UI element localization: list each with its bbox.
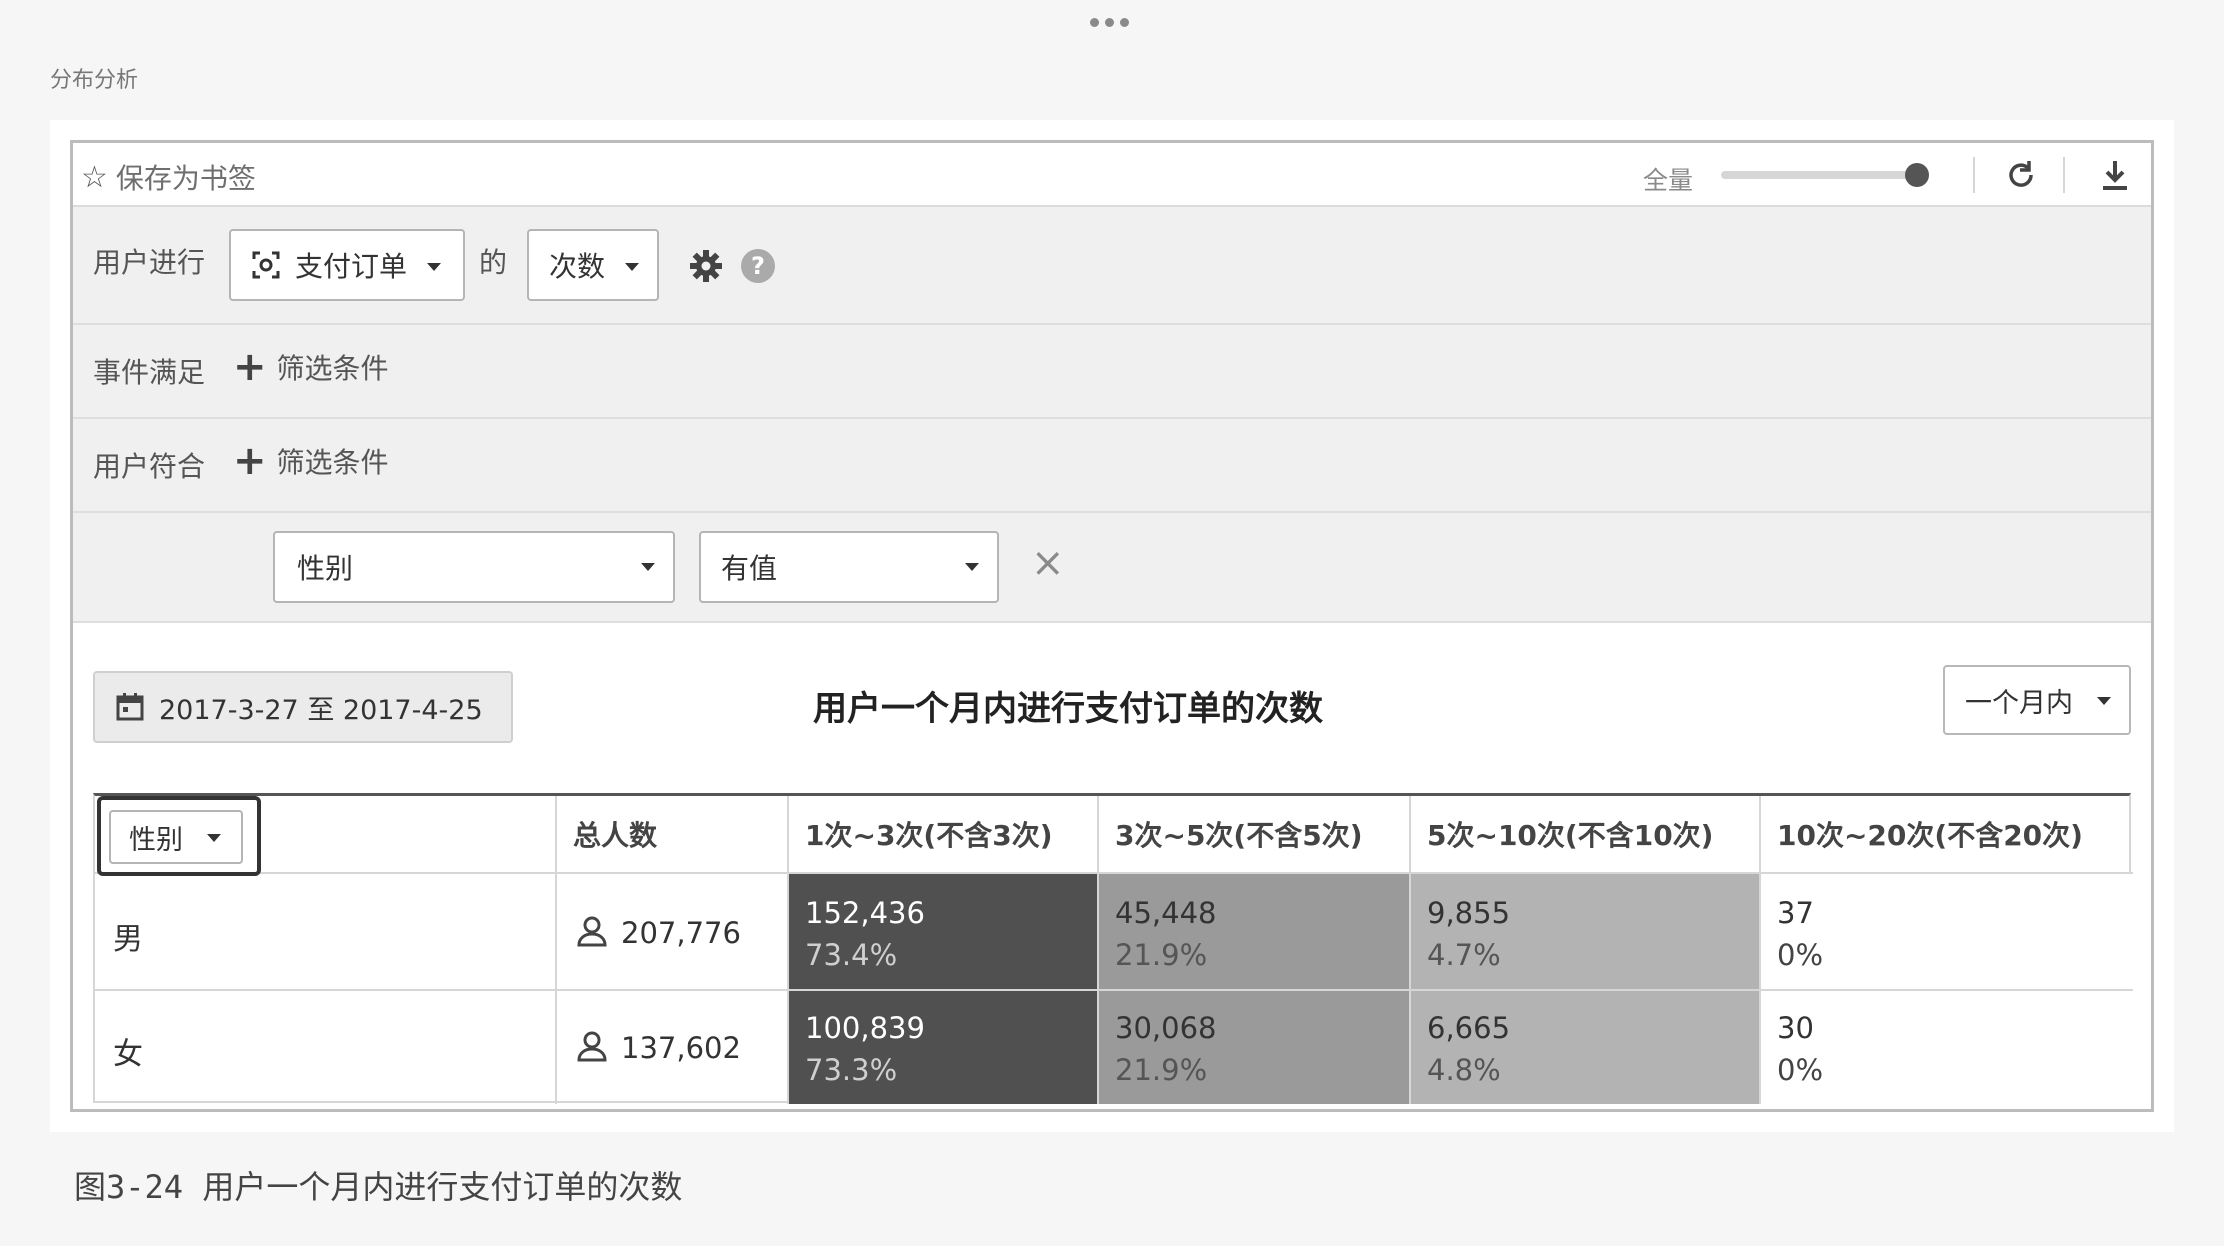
chevron-down-icon (625, 263, 639, 271)
table-header-total: 总人数 (557, 796, 789, 874)
plus-icon: + (233, 438, 267, 484)
row-label-male: 男 (113, 922, 143, 957)
bucket-count: 30,068 (1115, 1011, 1217, 1045)
figure-screenshot: ☆ 保存为书签 全量 用户进行 支付订单 的 次数 ? 事件满足 + 筛选条件 … (50, 120, 2174, 1132)
result-title: 用户一个月内进行支付订单的次数 (813, 689, 1323, 729)
bucket-cell: 152,436 73.4% (789, 874, 1099, 991)
event-select[interactable]: 支付订单 (229, 229, 465, 301)
bucket-cell: 37 0% (1761, 874, 2133, 991)
chevron-down-icon (965, 563, 979, 571)
table-row-label: 女 (95, 991, 557, 1104)
bucket-count: 9,855 (1427, 896, 1511, 930)
condition-row: 性别 有值 × (73, 513, 2151, 623)
add-user-filter-button[interactable]: + 筛选条件 (233, 441, 389, 481)
chevron-down-icon (641, 563, 655, 571)
table-header-bucket-2: 3次~5次(不含5次) (1099, 796, 1411, 874)
refresh-icon[interactable] (2001, 155, 2041, 195)
date-range-value: 2017-3-27 至 2017-4-25 (159, 694, 483, 726)
scope-slider[interactable] (1721, 171, 1921, 179)
add-event-filter-button[interactable]: + 筛选条件 (233, 347, 389, 387)
bucket-cell: 9,855 4.7% (1411, 874, 1761, 991)
bucket-count: 100,839 (805, 1011, 925, 1045)
bucket-percent: 21.9% (1115, 938, 1208, 972)
table-cell-total: 207,776 (557, 874, 789, 991)
user-icon (577, 916, 607, 947)
bucket-percent: 4.7% (1427, 938, 1501, 972)
row-label-female: 女 (113, 1037, 143, 1072)
bucket-count: 37 (1777, 896, 1814, 930)
table-cell-total: 137,602 (557, 991, 789, 1104)
analysis-panel: ☆ 保存为书签 全量 用户进行 支付订单 的 次数 ? 事件满足 + 筛选条件 … (70, 140, 2154, 1112)
event-select-value: 支付订单 (295, 250, 408, 283)
total-users-male: 207,776 (621, 916, 741, 950)
bucket-percent: 73.3% (805, 1053, 898, 1087)
download-icon[interactable] (2095, 155, 2135, 195)
table-header-bucket-3: 5次~10次(不含10次) (1411, 796, 1761, 874)
group-by-highlight: 性别 (97, 796, 261, 876)
total-users-female: 137,602 (621, 1031, 741, 1065)
group-by-value: 性别 (129, 824, 183, 856)
event-row: 用户进行 支付订单 的 次数 ? (73, 207, 2151, 325)
user-icon (577, 1031, 607, 1062)
of-label: 的 (479, 246, 508, 279)
period-select[interactable]: 一个月内 (1943, 665, 2131, 735)
operator-select-value: 有值 (721, 552, 778, 585)
bucket-cell: 100,839 73.3% (789, 991, 1099, 1104)
property-select[interactable]: 性别 (273, 531, 675, 603)
chevron-down-icon (207, 834, 221, 842)
user-filter-label: 用户符合 (93, 450, 206, 483)
plus-icon: + (233, 344, 267, 390)
add-filter-label: 筛选条件 (276, 446, 389, 479)
divider (1973, 157, 1975, 193)
bookmark-label: 保存为书签 (115, 162, 256, 195)
bucket-cell: 45,448 21.9% (1099, 874, 1411, 991)
scope-slider-handle[interactable] (1905, 163, 1929, 187)
close-icon[interactable]: × (1031, 543, 1065, 583)
date-range-picker[interactable]: 2017-3-27 至 2017-4-25 (93, 671, 513, 743)
property-select-value: 性别 (297, 552, 354, 585)
add-filter-label: 筛选条件 (276, 352, 389, 385)
table-header-bucket-1: 1次~3次(不含3次) (789, 796, 1099, 874)
event-filter-row: 事件满足 + 筛选条件 (73, 325, 2151, 419)
help-icon[interactable]: ? (741, 249, 775, 283)
bucket-count: 152,436 (805, 896, 925, 930)
bucket-count: 6,665 (1427, 1011, 1511, 1045)
period-select-value: 一个月内 (1965, 687, 2073, 719)
chevron-down-icon (2097, 697, 2111, 705)
user-filter-row: 用户符合 + 筛选条件 (73, 419, 2151, 513)
event-icon (252, 251, 280, 279)
bucket-cell: 30,068 21.9% (1099, 991, 1411, 1104)
scope-label: 全量 (1643, 166, 1694, 195)
group-by-header: 性别 (95, 796, 557, 876)
bucket-percent: 4.8% (1427, 1053, 1501, 1087)
bucket-cell: 30 0% (1761, 991, 2133, 1104)
section-label: 分布分析 (50, 68, 139, 93)
distribution-table: 性别 总人数 1次~3次(不含3次) 3次~5次(不含5次) 5次~10次(不含… (93, 793, 2133, 1104)
bucket-percent: 21.9% (1115, 1053, 1208, 1087)
toolbar: ☆ 保存为书签 全量 (73, 143, 2151, 207)
table-row-label: 男 (95, 874, 557, 991)
star-icon: ☆ (81, 159, 108, 195)
bucket-percent: 0% (1777, 1053, 1824, 1087)
metric-select-value: 次数 (549, 250, 606, 283)
operator-select[interactable]: 有值 (699, 531, 999, 603)
calendar-icon (116, 693, 144, 721)
group-by-select[interactable]: 性别 (109, 810, 243, 864)
figure-caption: 图3-24 用户一个月内进行支付订单的次数 (74, 1168, 683, 1206)
bucket-percent: 0% (1777, 938, 1824, 972)
gear-icon[interactable] (689, 249, 723, 287)
bucket-count: 30 (1777, 1011, 1814, 1045)
bucket-percent: 73.4% (805, 938, 898, 972)
event-filter-label: 事件满足 (93, 356, 206, 389)
user-does-label: 用户进行 (93, 246, 206, 279)
bucket-count: 45,448 (1115, 896, 1217, 930)
more-options-dots[interactable] (1090, 18, 1129, 27)
table-header-bucket-4: 10次~20次(不含20次) (1761, 796, 2133, 874)
chevron-down-icon (427, 263, 441, 271)
bucket-cell: 6,665 4.8% (1411, 991, 1761, 1104)
save-bookmark-button[interactable]: ☆ 保存为书签 (81, 157, 256, 197)
metric-select[interactable]: 次数 (527, 229, 659, 301)
divider (2063, 157, 2065, 193)
